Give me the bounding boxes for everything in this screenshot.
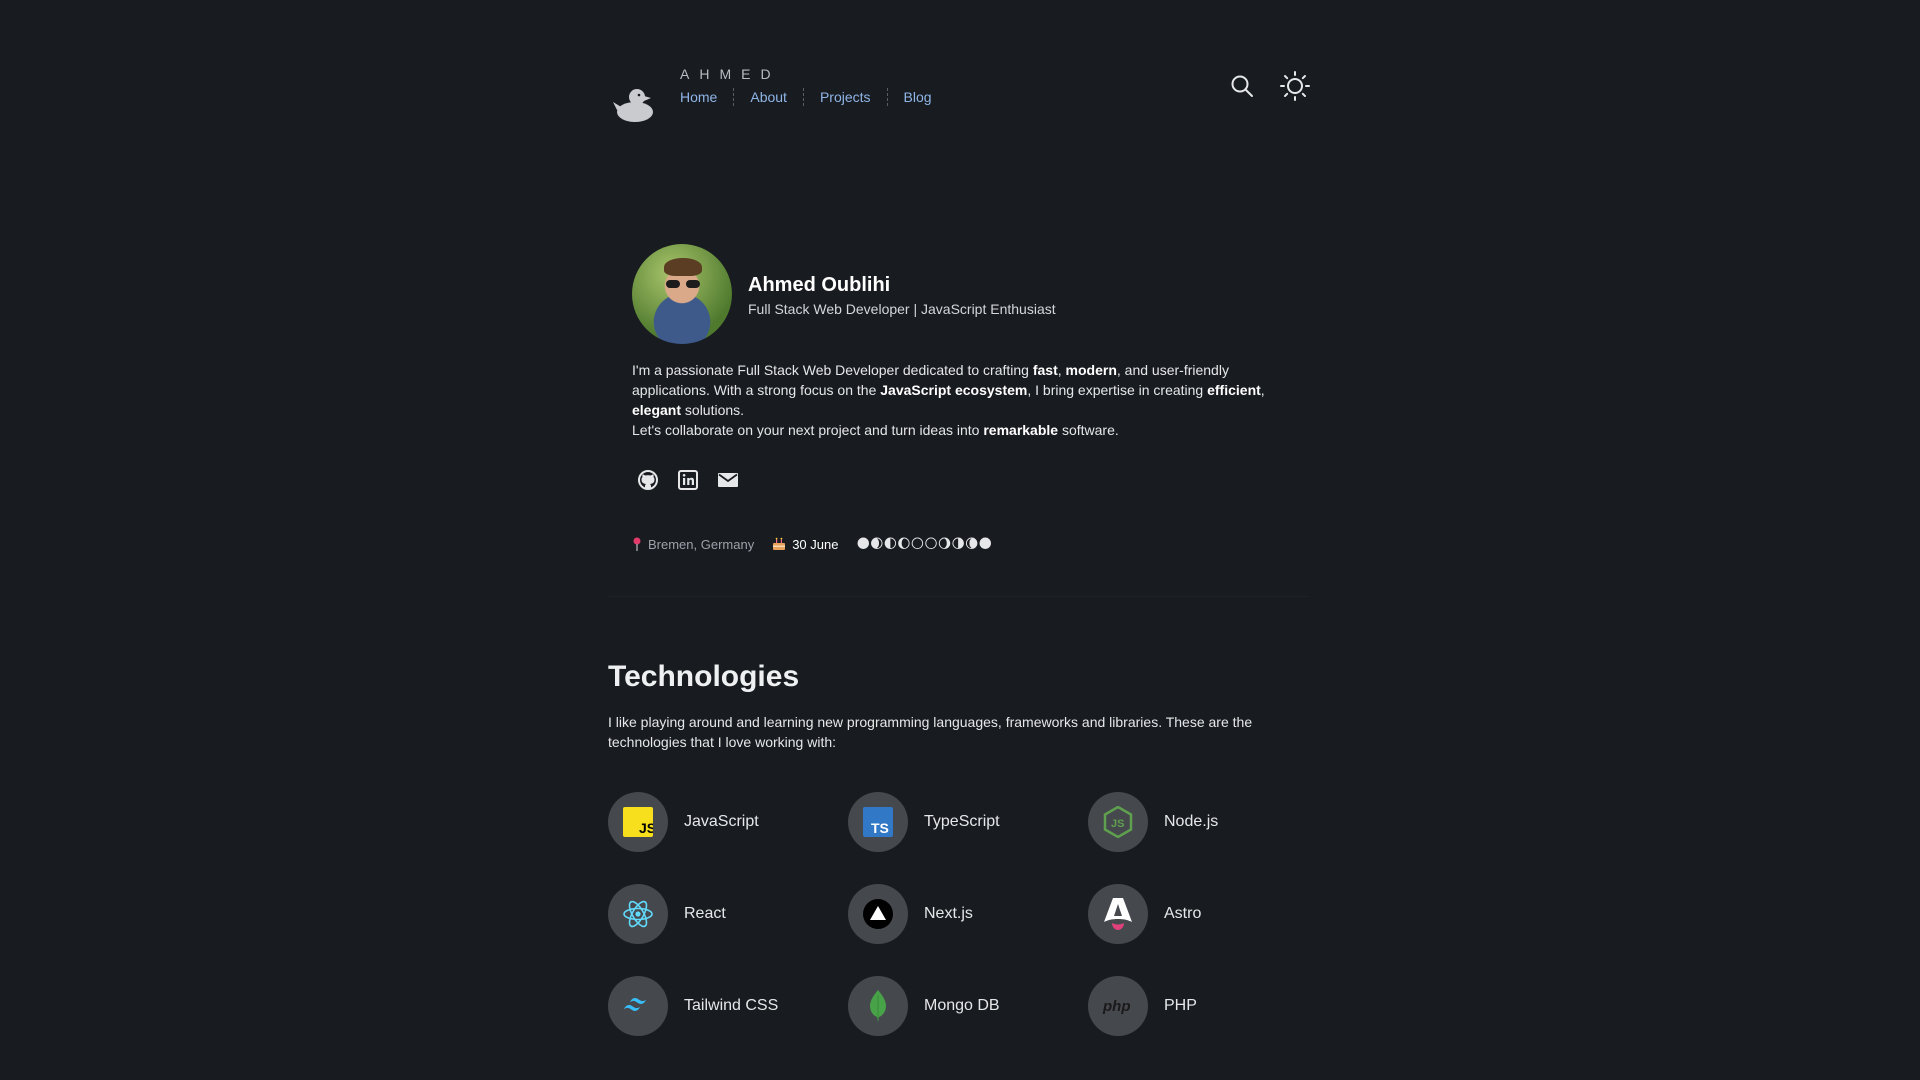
tech-label: Mongo DB xyxy=(924,997,1000,1014)
tech-label: Node.js xyxy=(1164,813,1219,830)
tech-item-nodejs[interactable]: JS Node.js xyxy=(1088,792,1308,852)
nav-home[interactable]: Home xyxy=(680,88,733,106)
astro-icon xyxy=(1104,898,1132,930)
tech-label: Tailwind CSS xyxy=(684,997,779,1014)
tech-item-php[interactable]: php PHP xyxy=(1088,976,1308,1036)
tech-item-astro[interactable]: Astro xyxy=(1088,884,1308,944)
nodejs-icon: JS xyxy=(1103,806,1133,838)
tech-item-javascript[interactable]: JS JavaScript xyxy=(608,792,828,852)
svg-text:php: php xyxy=(1102,998,1131,1015)
nav-blog[interactable]: Blog xyxy=(886,88,948,106)
technologies-description: I like playing around and learning new p… xyxy=(608,714,1253,750)
location: Bremen, Germany xyxy=(632,537,754,552)
profile-meta: Bremen, Germany 30 June 🌑🌒🌓🌔🌕🌕🌖🌗🌘🌑 xyxy=(632,536,992,552)
divider xyxy=(608,596,1308,597)
tech-label: React xyxy=(684,905,726,922)
react-icon xyxy=(623,900,653,928)
svg-text:JS: JS xyxy=(639,820,653,836)
tech-label: PHP xyxy=(1164,997,1197,1014)
location-text: Bremen, Germany xyxy=(648,536,755,552)
typescript-icon: TS xyxy=(863,807,893,837)
search-icon[interactable] xyxy=(1228,72,1256,100)
profile-role: Full Stack Web Developer | JavaScript En… xyxy=(748,301,1056,317)
moon-phases: 🌑🌒🌓🌔🌕🌕🌖🌗🌘🌑 xyxy=(856,536,992,551)
tech-item-typescript[interactable]: TS TypeScript xyxy=(848,792,1068,852)
tailwind-icon xyxy=(624,998,646,1011)
email-icon[interactable] xyxy=(716,468,740,492)
avatar xyxy=(632,244,732,344)
profile-bio: I'm a passionate Full Stack Web Develope… xyxy=(632,360,1292,440)
site-header: AHMED Home About Projects Blog xyxy=(608,60,1311,130)
nextjs-icon xyxy=(863,899,893,929)
profile-name: Ahmed Oublihi xyxy=(748,274,891,296)
linkedin-icon[interactable] xyxy=(676,468,700,492)
brand-name: AHMED xyxy=(680,66,781,82)
tech-item-react[interactable]: React xyxy=(608,884,828,944)
tech-item-mongodb[interactable]: Mongo DB xyxy=(848,976,1068,1036)
tech-label: JavaScript xyxy=(684,813,759,830)
social-links xyxy=(636,468,740,492)
javascript-icon: JS xyxy=(623,807,653,837)
tech-label: TypeScript xyxy=(924,813,1000,830)
birthday-text: 30 June xyxy=(792,536,839,552)
birthday: 30 June xyxy=(772,537,838,552)
tech-label: Next.js xyxy=(924,905,973,922)
pin-icon xyxy=(633,537,641,551)
technologies-title: Technologies xyxy=(608,660,800,693)
mongodb-icon xyxy=(870,990,886,1022)
tech-label: Astro xyxy=(1164,905,1202,922)
duck-logo-icon[interactable] xyxy=(611,84,655,124)
php-icon: php xyxy=(1102,998,1131,1015)
svg-text:JS: JS xyxy=(1111,818,1124,830)
nav-about[interactable]: About xyxy=(733,88,803,106)
tech-item-nextjs[interactable]: Next.js xyxy=(848,884,1068,944)
nav-projects[interactable]: Projects xyxy=(802,88,887,106)
main-nav: Home About Projects Blog xyxy=(680,88,948,106)
bio-paragraph-1: I'm a passionate Full Stack Web Develope… xyxy=(632,362,1265,418)
cake-icon xyxy=(773,537,786,550)
bio-paragraph-2: Let's collaborate on your next project a… xyxy=(632,422,1119,438)
github-icon[interactable] xyxy=(636,468,660,492)
svg-text:TS: TS xyxy=(871,820,889,836)
tech-item-tailwind[interactable]: Tailwind CSS xyxy=(608,976,828,1036)
sun-icon[interactable] xyxy=(1279,70,1311,102)
